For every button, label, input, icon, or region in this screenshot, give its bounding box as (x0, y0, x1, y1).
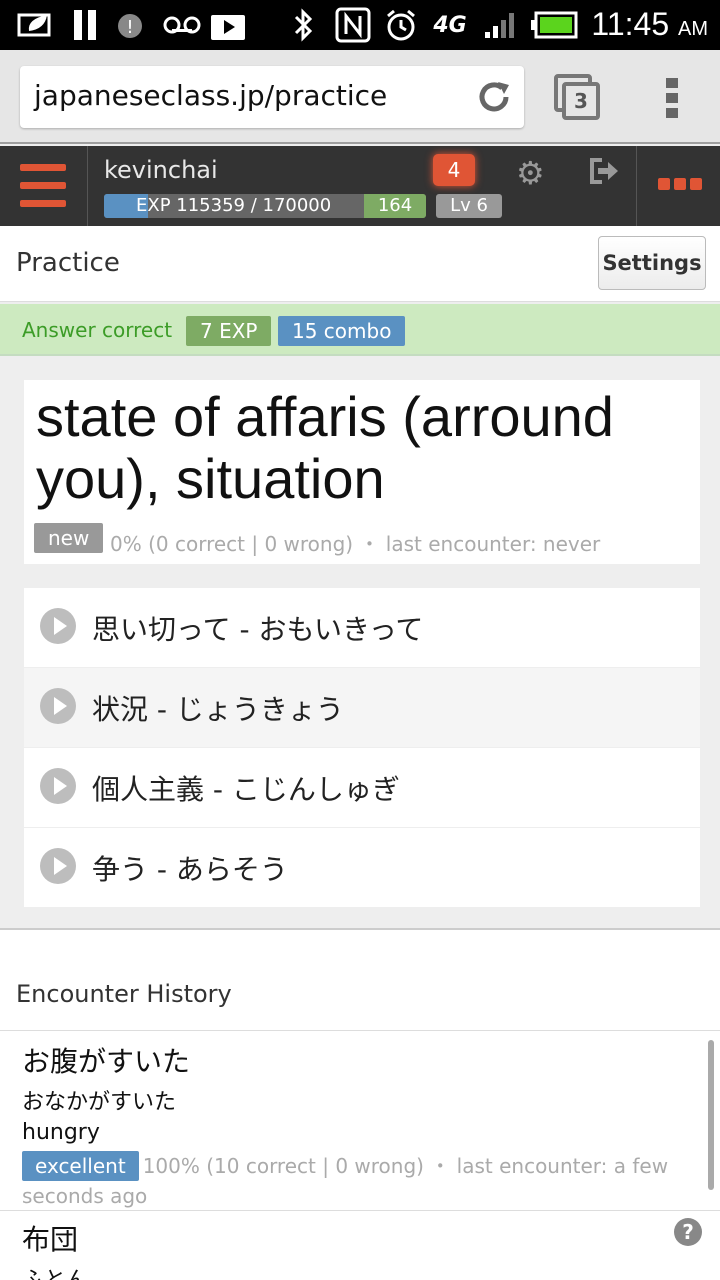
hamburger-menu-icon[interactable] (0, 146, 88, 226)
url-text[interactable]: japaneseclass.jp/practice (34, 79, 387, 112)
reload-icon[interactable] (476, 79, 512, 115)
gear-icon[interactable]: ⚙ (516, 154, 545, 192)
status-bar: ! 4G 11:45 AM (0, 0, 720, 50)
history-stats-row: excellent 100% (10 correct | 0 wrong) ・ l… (22, 1151, 702, 1211)
question-text: state of affaris (arround you), situatio… (36, 385, 614, 510)
combo-badge: 15 combo (278, 316, 406, 346)
settings-button[interactable]: Settings (598, 236, 706, 290)
address-bar[interactable]: japaneseclass.jp/practice (20, 66, 524, 128)
answer-option[interactable]: 争う - あらそう (24, 828, 700, 908)
answer-feedback-bar: Answer correct 7 EXP 15 combo (0, 304, 720, 356)
browser-toolbar: japaneseclass.jp/practice 3 (0, 50, 720, 144)
exp-text: EXP 115359 / 170000 (136, 195, 332, 216)
network-type-label: 4G (433, 12, 467, 38)
answer-label: 思い切って - おもいきって (92, 613, 424, 646)
play-audio-icon[interactable] (40, 608, 76, 644)
exp-progress-bar: EXP 115359 / 170000 164 (104, 194, 426, 218)
signal-strength-icon (482, 8, 520, 42)
overflow-menu-icon[interactable] (666, 78, 678, 118)
history-item[interactable]: お腹がすいた おなかがすいた hungry excellent 100% (10 … (22, 1040, 702, 1211)
exp-gain-badge: 7 EXP (186, 316, 272, 346)
svg-text:!: ! (126, 17, 133, 38)
answer-label: 争う - あらそう (92, 853, 288, 886)
feedback-message: Answer correct (22, 318, 173, 342)
answer-option[interactable]: 状況 - じょうきょう (24, 668, 700, 748)
nfc-icon (334, 7, 372, 43)
history-reading: おなかがすいた (22, 1090, 177, 1115)
new-badge: new (34, 523, 104, 553)
battery-icon (530, 8, 578, 42)
more-options-icon[interactable] (658, 178, 702, 190)
answer-list: 思い切って - おもいきって 状況 - じょうきょう 個人主義 - こじんしゅぎ… (24, 588, 700, 908)
answer-label: 個人主義 - こじんしゅぎ (92, 773, 400, 806)
history-word: 布団 (22, 1223, 79, 1256)
notification-badge[interactable]: 4 (433, 154, 475, 186)
history-reading: ふとん (22, 1262, 702, 1280)
logout-icon[interactable] (588, 156, 620, 186)
pause-icon (70, 8, 100, 42)
history-word: お腹がすいた (22, 1045, 191, 1078)
clock: 11:45 AM (591, 6, 708, 42)
page-title: Practice (16, 248, 120, 278)
tab-count: 3 (562, 82, 600, 120)
play-store-icon (210, 8, 246, 42)
excellent-badge: excellent (22, 1151, 139, 1181)
history-meaning: hungry (22, 1120, 100, 1145)
history-item[interactable]: 布団 ふとん (22, 1218, 702, 1280)
username[interactable]: kevinchai (104, 156, 218, 184)
practice-header: Practice Settings (0, 226, 720, 302)
answer-option[interactable]: 個人主義 - こじんしゅぎ (24, 748, 700, 828)
alarm-alert-icon: ! (114, 8, 148, 42)
play-audio-icon[interactable] (40, 688, 76, 724)
answer-option[interactable]: 思い切って - おもいきって (24, 588, 700, 668)
bluetooth-icon (290, 8, 316, 42)
exp-to-next: 164 (364, 194, 426, 218)
question-stats: 0% (0 correct | 0 wrong) ・ last encounte… (110, 532, 601, 556)
voicemail-icon (162, 8, 202, 42)
answer-label: 状況 - じょうきょう (92, 693, 344, 726)
scrollbar[interactable] (708, 1040, 714, 1190)
tabs-button[interactable]: 3 (554, 74, 600, 120)
play-audio-icon[interactable] (40, 768, 76, 804)
leaf-notification-icon (16, 8, 56, 42)
app-header: kevinchai 4 ⚙ EXP 115359 / 170000 164 Lv… (0, 146, 720, 226)
play-audio-icon[interactable] (40, 848, 76, 884)
question-card: state of affaris (arround you), situatio… (24, 380, 700, 564)
history-title: Encounter History (16, 980, 232, 1008)
encounter-history: Encounter History お腹がすいた おなかがすいた hungry … (0, 930, 720, 1280)
level-badge: Lv 6 (436, 194, 502, 218)
help-icon[interactable]: ? (674, 1218, 702, 1246)
alarm-clock-icon (384, 8, 418, 42)
